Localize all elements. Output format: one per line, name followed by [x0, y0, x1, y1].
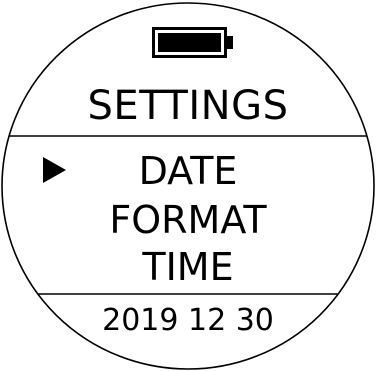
settings-title: SETTINGS: [87, 83, 289, 129]
menu-item-time[interactable]: TIME: [0, 248, 376, 286]
menu-item-format[interactable]: FORMAT: [0, 201, 376, 239]
battery-fill: [158, 33, 221, 52]
current-date-readout: 2019 12 30: [102, 303, 274, 338]
menu-item-date[interactable]: DATE: [0, 152, 376, 190]
